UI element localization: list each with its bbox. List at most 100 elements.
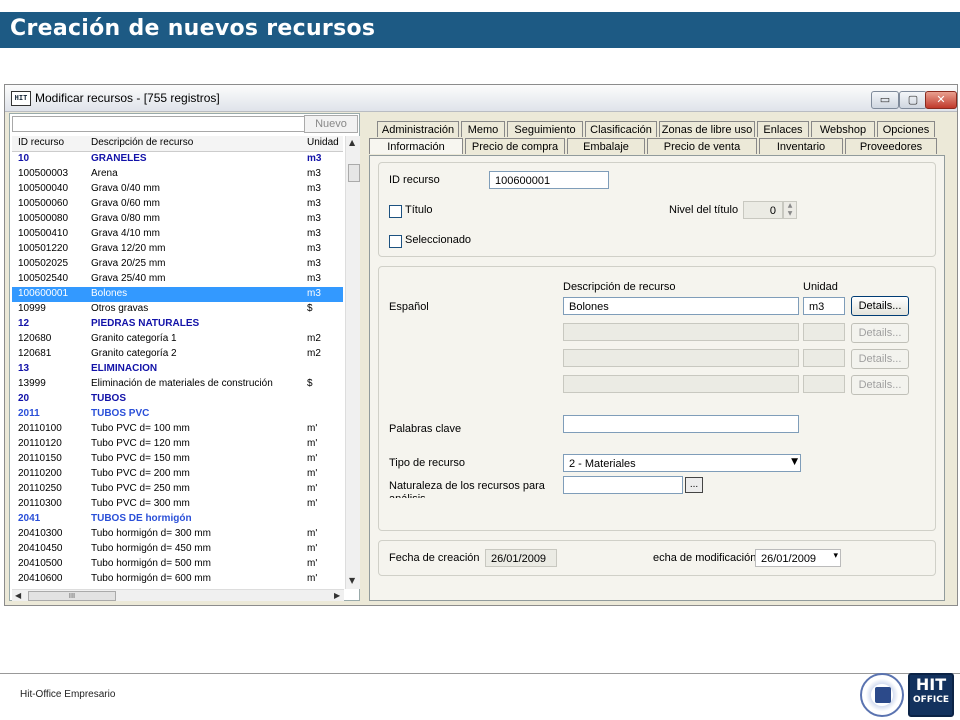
table-row[interactable]: 12 PIEDRAS NATURALES (12, 317, 343, 332)
cell-unit: m' (307, 498, 318, 509)
horizontal-scroll-thumb[interactable]: III (28, 591, 116, 601)
table-row[interactable]: 20410450 Tubo hormigón d= 450 mm m' (12, 542, 343, 557)
tab-webshop[interactable]: Webshop (811, 121, 875, 137)
cell-unit: m3 (307, 198, 321, 209)
table-row[interactable]: 20110100 Tubo PVC d= 100 mm m' (12, 422, 343, 437)
table-row[interactable]: 20110120 Tubo PVC d= 120 mm m' (12, 437, 343, 452)
table-row[interactable]: 120681 Granito categoría 2 m2 (12, 347, 343, 362)
horizontal-scrollbar[interactable]: ◀ III ▶ (12, 589, 344, 601)
chevron-down-icon[interactable]: ▾ (833, 551, 838, 561)
table-row-selected[interactable]: 100600001 Bolones m3 (12, 287, 343, 302)
table-row[interactable]: 100502025 Grava 20/25 mm m3 (12, 257, 343, 272)
header-id[interactable]: ID recurso (18, 137, 64, 148)
vertical-scrollbar[interactable]: ▲ ▼ (345, 136, 360, 589)
scroll-right-icon[interactable]: ▶ (334, 591, 340, 600)
tab-embalaje[interactable]: Embalaje (567, 138, 645, 154)
description-field-spanish[interactable]: Bolones (563, 297, 799, 315)
modified-date-label: echa de modificación (653, 552, 757, 564)
tab-opciones[interactable]: Opciones (877, 121, 935, 137)
table-row[interactable]: 20110200 Tubo PVC d= 200 mm m' (12, 467, 343, 482)
table-row[interactable]: 2041 TUBOS DE hormigón (12, 512, 343, 527)
tab-precio-de-venta[interactable]: Precio de venta (647, 138, 757, 154)
table-row[interactable]: 20110150 Tubo PVC d= 150 mm m' (12, 452, 343, 467)
cell-description: TUBOS PVC (91, 408, 150, 419)
table-row[interactable]: 100500040 Grava 0/40 mm m3 (12, 182, 343, 197)
table-row[interactable]: 20110250 Tubo PVC d= 250 mm m' (12, 482, 343, 497)
tab-memo[interactable]: Memo (461, 121, 505, 137)
tab-zonas-de-libre-uso[interactable]: Zonas de libre uso (659, 121, 755, 137)
tab-inventario[interactable]: Inventario (759, 138, 843, 154)
cell-id: 100500080 (18, 213, 69, 224)
table-row[interactable]: 100500410 Grava 4/10 mm m3 (12, 227, 343, 242)
vertical-scroll-thumb[interactable] (348, 164, 360, 182)
scroll-down-icon[interactable]: ▼ (349, 576, 355, 585)
table-row[interactable]: 100500003 Arena m3 (12, 167, 343, 182)
cell-id: 20 (18, 393, 30, 404)
tab-información[interactable]: Información (369, 138, 463, 154)
table-row[interactable]: 20410300 Tubo hormigón d= 300 mm m' (12, 527, 343, 542)
cell-description: Grava 0/40 mm (91, 183, 160, 194)
tab-precio-de-compra[interactable]: Precio de compra (465, 138, 565, 154)
table-row[interactable]: 20 TUBOS (12, 392, 343, 407)
resource-nature-field[interactable] (563, 476, 683, 494)
new-button[interactable]: Nuevo (304, 115, 358, 133)
tab-administración[interactable]: Administración (377, 121, 459, 137)
search-input[interactable] (12, 116, 306, 132)
unit-field-3 (803, 349, 845, 367)
cell-id: 20110200 (18, 468, 62, 479)
cell-id: 20110250 (18, 483, 62, 494)
maximize-button[interactable]: ▢ (899, 91, 927, 109)
tab-enlaces[interactable]: Enlaces (757, 121, 809, 137)
unit-field-spanish[interactable]: m3 (803, 297, 845, 315)
created-date-label: Fecha de creación (389, 552, 480, 564)
modified-date-select[interactable]: 26/01/2009 ▾ (755, 549, 841, 567)
close-button[interactable]: ✕ (925, 91, 957, 109)
table-row[interactable]: 100500080 Grava 0/80 mm m3 (12, 212, 343, 227)
cell-description: ELIMINACION (91, 363, 158, 374)
cell-id: 100500060 (18, 198, 69, 209)
cell-id: 100502025 (18, 258, 69, 269)
cell-description: Granito categoría 1 (91, 333, 177, 344)
tab-clasificación[interactable]: Clasificación (585, 121, 657, 137)
table-row[interactable]: 13999 Eliminación de materiales de constr… (12, 377, 343, 392)
table-row[interactable]: 20110300 Tubo PVC d= 300 mm m' (12, 497, 343, 512)
scroll-left-icon[interactable]: ◀ (15, 591, 21, 600)
table-row[interactable]: 100501220 Grava 12/20 mm m3 (12, 242, 343, 257)
table-row[interactable]: 100502540 Grava 25/40 mm m3 (12, 272, 343, 287)
resource-type-label: Tipo de recurso (389, 457, 466, 469)
cell-id: 100500040 (18, 183, 69, 194)
resource-list-panel: Nuevo ID recurso Descripción de recurso … (9, 113, 360, 601)
selected-checkbox[interactable] (389, 235, 402, 248)
cell-id: 100501220 (18, 243, 69, 254)
cell-unit: m' (307, 438, 318, 449)
table-row[interactable]: 13 ELIMINACION (12, 362, 343, 377)
browse-button[interactable]: ... (685, 477, 703, 493)
tab-proveedores[interactable]: Proveedores (845, 138, 937, 154)
minimize-button[interactable]: ▭ (871, 91, 899, 109)
header-description[interactable]: Descripción de recurso (91, 137, 193, 148)
tab-seguimiento[interactable]: Seguimiento (507, 121, 583, 137)
table-row[interactable]: 10999 Otros gravas $ (12, 302, 343, 317)
table-row[interactable]: 100500060 Grava 0/60 mm m3 (12, 197, 343, 212)
header-unit[interactable]: Unidad (307, 137, 339, 148)
cell-id: 20410500 (18, 558, 63, 569)
window-titlebar[interactable]: HIT Modificar recursos - [755 registros]… (5, 85, 957, 112)
table-row[interactable]: 10 GRANELES m3 (12, 152, 343, 167)
title-level-label: Nivel del título (669, 204, 739, 216)
resource-type-select[interactable]: 2 - Materiales ▼ (563, 454, 801, 472)
chevron-down-icon[interactable]: ▼ (791, 457, 798, 467)
dates-group: Fecha de creación 26/01/2009 echa de mod… (378, 540, 936, 576)
footer-text: Hit-Office Empresario (20, 689, 116, 700)
keywords-field[interactable] (563, 415, 799, 433)
scroll-up-icon[interactable]: ▲ (349, 138, 355, 147)
modified-date-value: 26/01/2009 (761, 553, 817, 565)
table-row[interactable]: 2011 TUBOS PVC (12, 407, 343, 422)
cell-unit: m3 (307, 183, 321, 194)
id-field[interactable]: 100600001 (489, 171, 609, 189)
table-row[interactable]: 20410600 Tubo hormigón d= 600 mm m' (12, 572, 343, 587)
details-button-1[interactable]: Details... (851, 296, 909, 316)
title-checkbox[interactable] (389, 205, 402, 218)
table-row[interactable]: 20410500 Tubo hormigón d= 500 mm m' (12, 557, 343, 572)
table-row[interactable]: 120680 Granito categoría 1 m2 (12, 332, 343, 347)
cell-description: Tubo PVC d= 250 mm (91, 483, 190, 494)
